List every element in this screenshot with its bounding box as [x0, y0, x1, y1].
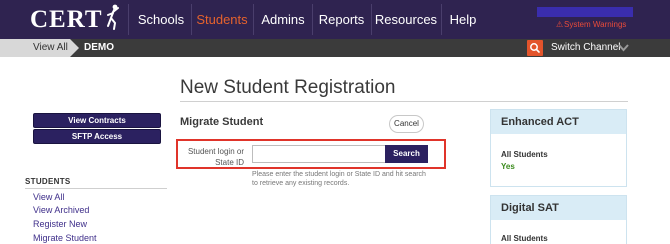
nav-divider — [128, 4, 129, 35]
panel-enhanced-act: Enhanced ACT All Students Yes — [490, 109, 627, 187]
page-title: New Student Registration — [180, 77, 396, 98]
channel-search-button[interactable] — [527, 40, 543, 56]
panel-value: Yes — [501, 162, 515, 171]
system-warnings-label: System Warnings — [564, 20, 627, 29]
sidebar-divider — [25, 188, 167, 189]
sidebar-item-register-new[interactable]: Register New — [33, 219, 87, 229]
breadcrumb-demo[interactable]: DEMO — [84, 39, 114, 57]
nav-help[interactable]: Help — [444, 0, 482, 39]
panel-title: Enhanced ACT — [491, 110, 626, 134]
panel-label: All Students — [501, 150, 548, 159]
nav-divider — [441, 4, 442, 35]
student-login-input[interactable] — [252, 145, 386, 163]
user-account-box[interactable] — [537, 7, 633, 17]
cancel-button[interactable]: Cancel — [389, 115, 424, 133]
nav-divider — [371, 4, 372, 35]
nav-divider — [312, 4, 313, 35]
search-button[interactable]: Search — [385, 145, 428, 163]
nav-students[interactable]: Students — [194, 0, 250, 39]
sftp-access-button[interactable]: SFTP Access — [33, 129, 161, 144]
sidebar-heading-students: STUDENTS — [25, 177, 71, 186]
nav-resources[interactable]: Resources — [374, 0, 438, 39]
sidebar-item-view-archived[interactable]: View Archived — [33, 205, 89, 215]
nav-admins[interactable]: Admins — [257, 0, 309, 39]
view-contracts-button[interactable]: View Contracts — [33, 113, 161, 128]
sidebar-item-migrate-student[interactable]: Migrate Student — [33, 233, 97, 243]
switch-channel-button[interactable]: Switch Channel — [551, 39, 620, 57]
migrate-student-title: Migrate Student — [180, 116, 264, 128]
nav-divider — [191, 4, 192, 35]
nav-schools[interactable]: Schools — [134, 0, 188, 39]
panel-label: All Students — [501, 234, 548, 243]
student-login-label: Student login or State ID — [187, 147, 244, 167]
sidebar-item-view-all[interactable]: View All — [33, 192, 64, 202]
panel-title: Digital SAT — [491, 196, 626, 220]
warning-icon: ⚠ — [556, 20, 564, 29]
panel-digital-sat: Digital SAT All Students — [490, 195, 627, 244]
system-warnings-link[interactable]: ⚠ System Warnings — [556, 20, 627, 29]
title-divider — [180, 101, 628, 102]
nav-reports[interactable]: Reports — [315, 0, 368, 39]
top-nav: CERT Schools Students Admins Reports Res… — [0, 0, 670, 39]
chevron-down-icon[interactable] — [618, 43, 629, 52]
help-text: Please enter the student login or State … — [252, 171, 426, 187]
runner-figure-icon — [107, 4, 119, 30]
nav-divider — [253, 4, 254, 35]
search-icon — [530, 43, 540, 53]
cert-logo[interactable]: CERT — [30, 4, 119, 34]
breadcrumb-view-all[interactable]: View All — [0, 39, 79, 57]
